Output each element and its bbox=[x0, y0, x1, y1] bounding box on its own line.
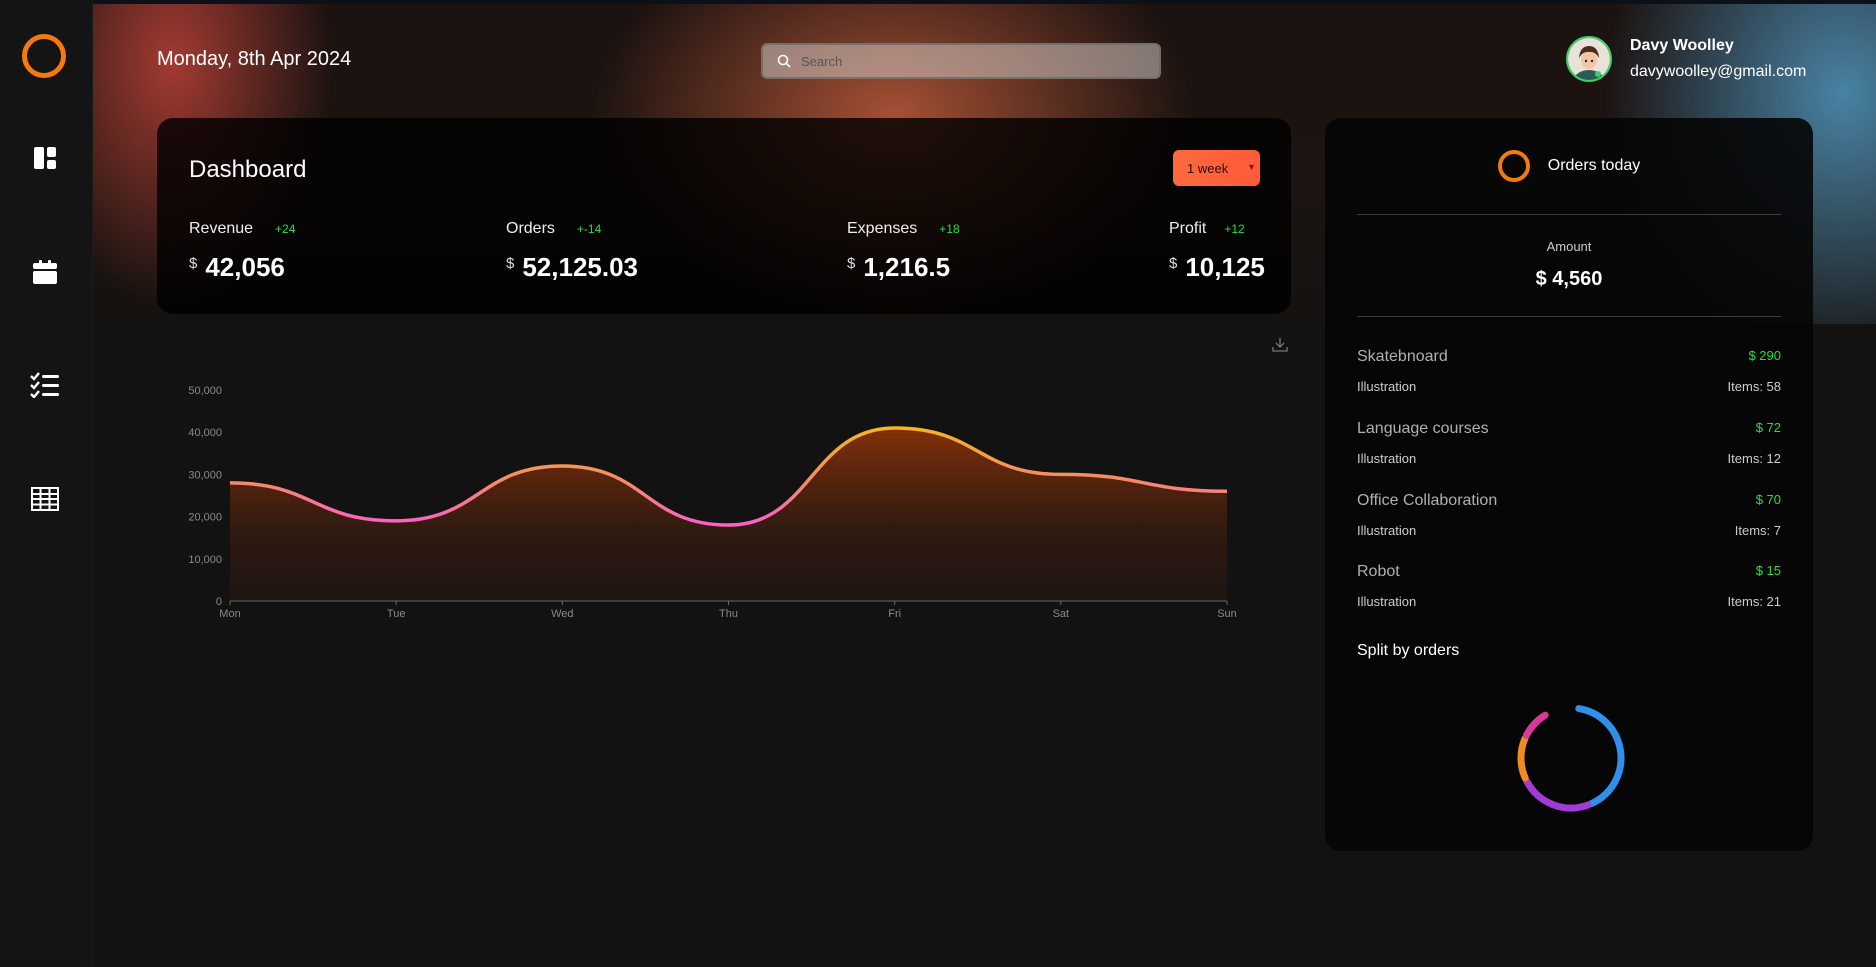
avatar-illustration bbox=[1568, 38, 1610, 80]
divider bbox=[1357, 316, 1781, 317]
user-profile[interactable]: Davy Woolley davywoolley@gmail.com bbox=[1566, 36, 1806, 82]
y-tick-label: 10,000 bbox=[188, 554, 222, 566]
stat-orders: Orders +-14 $52,125.03 bbox=[506, 218, 638, 283]
current-date: Monday, 8th Apr 2024 bbox=[157, 48, 352, 70]
amount-label: Amount bbox=[1546, 239, 1592, 254]
stat-label: Orders bbox=[506, 220, 555, 237]
stat-label: Profit bbox=[1169, 220, 1207, 237]
x-tick-label: Wed bbox=[551, 608, 573, 620]
order-item-name: Language courses bbox=[1357, 420, 1489, 437]
stat-value: 52,125.03 bbox=[522, 252, 639, 282]
revenue-area-chart: 0 10,000 20,000 30,000 40,000 50,000 Mon Tue We… bbox=[188, 385, 1237, 620]
time-range-select[interactable]: 1 week ▼ bbox=[1173, 150, 1260, 186]
search-bar[interactable] bbox=[761, 43, 1161, 79]
order-item-category: Illustration bbox=[1357, 523, 1417, 538]
logo-ring-icon[interactable] bbox=[22, 34, 66, 78]
stat-value: 42,056 bbox=[205, 252, 285, 282]
time-range-label: 1 week bbox=[1187, 160, 1229, 176]
user-name: Davy Woolley bbox=[1630, 37, 1734, 54]
stat-delta: +-14 bbox=[576, 222, 602, 236]
calendar-icon bbox=[33, 260, 57, 284]
order-item-name: Skatebnoard bbox=[1357, 348, 1448, 365]
download-icon bbox=[1272, 338, 1288, 352]
order-item-count: Items: 12 bbox=[1727, 451, 1781, 466]
donut-segment bbox=[1517, 735, 1529, 782]
list-item[interactable]: Skatebnoard $ 290 Illustration Items: 58 bbox=[1357, 348, 1781, 398]
order-item-category: Illustration bbox=[1357, 451, 1417, 466]
ring-icon bbox=[1497, 150, 1530, 182]
order-item-price: $ 290 bbox=[1748, 348, 1781, 363]
search-icon bbox=[777, 54, 791, 68]
order-item-count: Items: 21 bbox=[1727, 594, 1781, 609]
stat-delta: +24 bbox=[275, 222, 296, 236]
y-tick-label: 20,000 bbox=[188, 512, 222, 524]
list-item[interactable]: Office Collaboration $ 70 Illustration I… bbox=[1357, 492, 1781, 542]
search-input[interactable] bbox=[801, 53, 1121, 69]
x-tick-label: Sun bbox=[1217, 608, 1237, 620]
user-email: davywoolley@gmail.com bbox=[1630, 63, 1807, 80]
list-item[interactable]: Robot $ 15 Illustration Items: 21 bbox=[1357, 563, 1781, 613]
x-tick-label: Mon bbox=[219, 608, 240, 620]
orders-today-title: Orders today bbox=[1547, 157, 1641, 174]
x-tick-label: Fri bbox=[888, 608, 901, 620]
table-icon bbox=[31, 487, 59, 511]
stat-delta: +18 bbox=[939, 222, 960, 236]
stat-delta: +12 bbox=[1224, 222, 1245, 236]
stat-currency: $ bbox=[506, 255, 515, 272]
x-tick-label: Sat bbox=[1053, 608, 1070, 620]
donut-segment bbox=[1522, 711, 1549, 739]
list-item[interactable]: Language courses $ 72 Illustration Items… bbox=[1357, 420, 1781, 470]
sidebar-item-table[interactable] bbox=[28, 482, 62, 516]
chevron-down-icon: ▼ bbox=[1247, 162, 1256, 172]
order-item-name: Office Collaboration bbox=[1357, 492, 1498, 509]
stat-revenue: Revenue +24 $42,056 bbox=[189, 218, 295, 283]
orders-today-panel: Orders today Amount $ 4,560 Skatebnoard … bbox=[1325, 118, 1813, 851]
sidebar-item-calendar[interactable] bbox=[28, 255, 62, 289]
sidebar bbox=[0, 0, 93, 967]
order-item-category: Illustration bbox=[1357, 594, 1417, 609]
dashboard-icon bbox=[34, 147, 56, 169]
chart-area-fill bbox=[230, 427, 1227, 601]
stat-label: Revenue bbox=[189, 220, 254, 237]
stat-currency: $ bbox=[1169, 255, 1178, 272]
split-donut-chart bbox=[1517, 705, 1625, 812]
y-tick-label: 0 bbox=[216, 596, 222, 608]
order-item-name: Robot bbox=[1357, 563, 1400, 580]
stat-profit: Profit +12 $10,125 bbox=[1169, 218, 1265, 283]
orders-today-header: Orders today bbox=[1325, 150, 1813, 182]
checklist-icon bbox=[30, 372, 59, 398]
split-by-orders-title: Split by orders bbox=[1357, 642, 1460, 659]
donut-segment bbox=[1575, 705, 1625, 808]
x-tick-label: Tue bbox=[387, 608, 406, 620]
dashboard-summary-card: Dashboard 1 week ▼ Revenue +24 $42,056 Or… bbox=[157, 118, 1291, 314]
order-item-price: $ 15 bbox=[1755, 563, 1781, 578]
order-item-price: $ 72 bbox=[1755, 420, 1781, 435]
stat-value: 1,216.5 bbox=[863, 252, 951, 282]
stat-label: Expenses bbox=[847, 220, 918, 237]
stat-currency: $ bbox=[847, 255, 856, 272]
order-item-price: $ 70 bbox=[1755, 492, 1781, 507]
stat-value: 10,125 bbox=[1185, 252, 1265, 282]
order-item-count: Items: 7 bbox=[1734, 523, 1781, 538]
donut-segment bbox=[1523, 777, 1592, 812]
download-chart-button[interactable] bbox=[1271, 336, 1289, 354]
order-item-category: Illustration bbox=[1357, 379, 1417, 394]
top-strip bbox=[93, 0, 1876, 4]
stat-expenses: Expenses +18 $1,216.5 bbox=[847, 218, 960, 283]
stat-currency: $ bbox=[189, 255, 198, 272]
sidebar-item-dashboard[interactable] bbox=[28, 141, 62, 175]
sidebar-item-tasks[interactable] bbox=[28, 368, 62, 402]
page-title: Dashboard bbox=[189, 156, 307, 183]
divider bbox=[1357, 214, 1781, 215]
y-tick-label: 40,000 bbox=[188, 427, 222, 439]
order-item-count: Items: 58 bbox=[1727, 379, 1781, 394]
amount-value: $ 4,560 bbox=[1535, 268, 1603, 290]
y-tick-label: 30,000 bbox=[188, 469, 222, 481]
avatar[interactable] bbox=[1566, 36, 1612, 82]
main-content: Monday, 8th Apr 2024 Davy Woolley davywo… bbox=[93, 0, 1876, 967]
x-tick-label: Thu bbox=[719, 608, 738, 620]
y-tick-label: 50,000 bbox=[188, 385, 222, 397]
